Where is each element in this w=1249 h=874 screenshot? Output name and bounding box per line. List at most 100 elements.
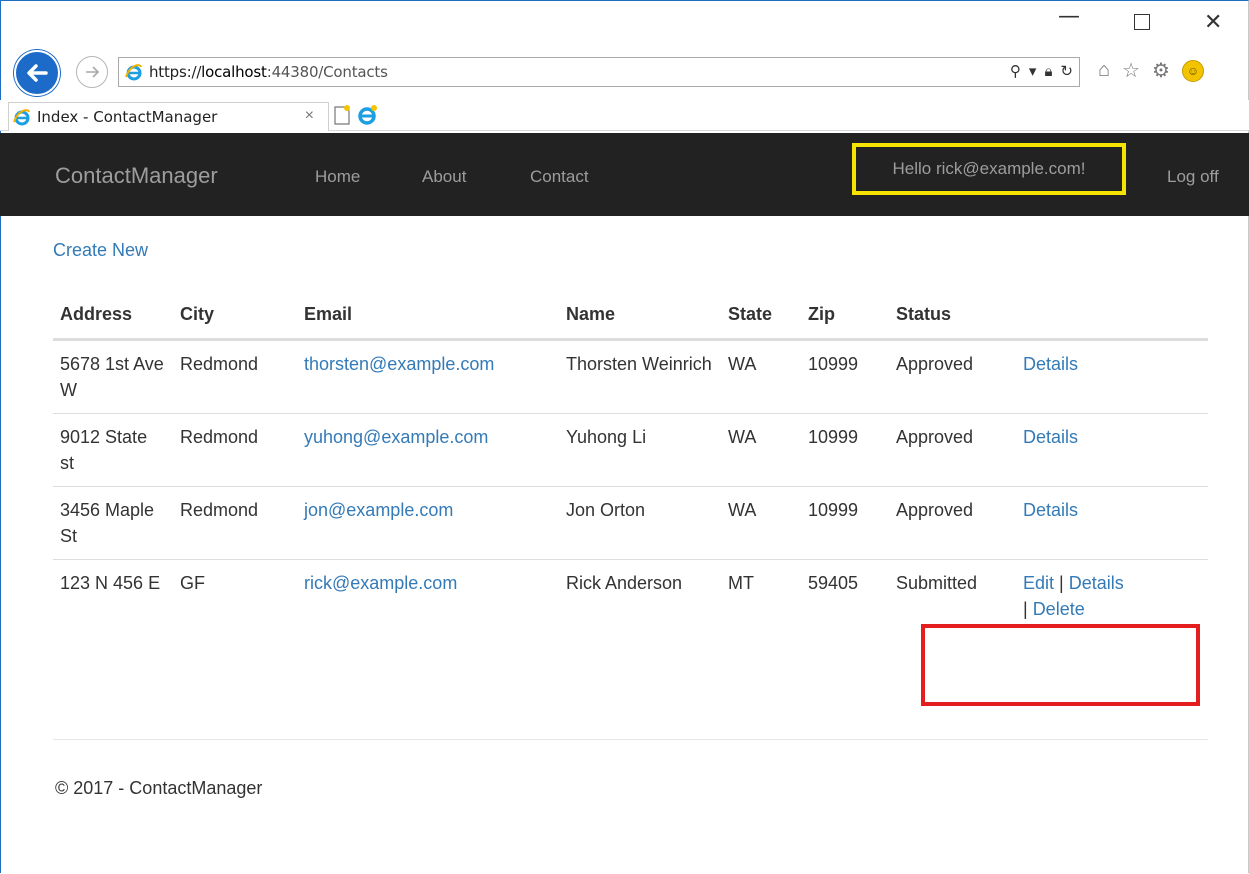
ie-logo-icon	[125, 64, 142, 81]
url-host: localhost	[201, 63, 267, 81]
contacts-table: Address City Email Name State Zip Status…	[53, 290, 1208, 632]
table-row: 123 N 456 E GF rick@example.com Rick And…	[53, 560, 1208, 633]
create-new-link[interactable]: Create New	[53, 240, 148, 261]
email-link[interactable]: rick@example.com	[304, 573, 457, 593]
forward-arrow-icon	[86, 66, 100, 78]
nav-home-link[interactable]: Home	[315, 167, 360, 187]
cell-status: Approved	[889, 339, 1016, 414]
browser-toolbar: ⌂ ☆ ⚙ ☺	[1098, 58, 1204, 83]
header-zip: Zip	[801, 290, 889, 341]
header-status: Status	[889, 290, 1016, 341]
header-address: Address	[53, 290, 173, 341]
cell-address: 123 N 456 E	[60, 573, 161, 593]
tab-bar: Index - ContactManager ×	[0, 100, 1249, 131]
cell-zip: 59405	[808, 573, 859, 593]
log-off-link[interactable]: Log off	[1167, 167, 1219, 187]
cell-actions: Details	[1016, 486, 1208, 560]
cell-zip: 10999	[801, 486, 889, 560]
cell-name: Thorsten Weinrich	[559, 339, 721, 414]
tab-title: Index - ContactManager	[37, 108, 218, 126]
cell-actions: Details	[1016, 339, 1208, 414]
new-tab-icon[interactable]	[332, 104, 352, 126]
header-city: City	[173, 290, 297, 341]
nav-contact-link[interactable]: Contact	[530, 167, 589, 187]
url-path: :44380/Contacts	[266, 63, 388, 81]
cell-city: Redmond	[173, 339, 297, 414]
email-link[interactable]: yuhong@example.com	[304, 427, 488, 447]
header-actions	[1016, 290, 1208, 341]
cell-address: 5678 1st Ave W	[53, 339, 173, 414]
action-separator: |	[1023, 599, 1033, 619]
action-separator: |	[1054, 573, 1069, 593]
details-link[interactable]: Details	[1069, 573, 1124, 593]
email-link[interactable]: thorsten@example.com	[304, 354, 494, 374]
settings-gear-icon[interactable]: ⚙	[1152, 58, 1170, 83]
cell-zip: 10999	[801, 339, 889, 414]
details-link[interactable]: Details	[1023, 427, 1078, 447]
url-scheme: https://	[149, 63, 202, 81]
new-tab-area	[332, 104, 378, 126]
home-icon[interactable]: ⌂	[1098, 59, 1110, 82]
cell-address: 9012 State st	[53, 413, 173, 487]
browser-tab[interactable]: Index - ContactManager ×	[8, 102, 329, 131]
lock-icon[interactable]: 🔒︎	[1044, 63, 1052, 80]
cell-name: Jon Orton	[559, 486, 721, 560]
cell-status: Approved	[889, 413, 1016, 487]
header-email: Email	[297, 290, 559, 341]
header-name: Name	[559, 290, 721, 341]
back-arrow-icon	[27, 64, 48, 82]
maximize-icon[interactable]	[1134, 10, 1150, 36]
cell-email: jon@example.com	[297, 486, 559, 560]
nav-about-link[interactable]: About	[422, 167, 466, 187]
cell-state: WA	[721, 339, 801, 414]
edit-link[interactable]: Edit	[1023, 573, 1054, 593]
delete-link[interactable]: Delete	[1033, 599, 1085, 619]
cell-state: MT	[728, 573, 754, 593]
cell-status: Approved	[889, 486, 1016, 560]
table-row: 9012 State st Redmond yuhong@example.com…	[53, 413, 1208, 487]
cell-city: Redmond	[173, 486, 297, 560]
cell-name: Yuhong Li	[559, 413, 721, 487]
favorites-star-icon[interactable]: ☆	[1122, 58, 1140, 83]
cell-name: Rick Anderson	[566, 573, 683, 593]
details-link[interactable]: Details	[1023, 500, 1078, 520]
cell-address: 3456 Maple St	[53, 486, 173, 560]
hello-user-link[interactable]: Hello rick@example.com!	[893, 159, 1086, 179]
table-header-row: Address City Email Name State Zip Status	[53, 290, 1208, 341]
ie-tab-icon	[13, 109, 30, 126]
footer-text: © 2017 - ContactManager	[55, 778, 263, 798]
site-navbar: ContactManager Home About Contact Hello …	[0, 133, 1249, 216]
cell-email: rick@example.com	[297, 560, 559, 633]
address-bar[interactable]: https://localhost:44380/Contacts ⚲ ▾ 🔒︎ …	[118, 57, 1080, 87]
search-icon[interactable]: ⚲	[1010, 62, 1021, 80]
actions-highlight-box	[921, 624, 1200, 706]
feedback-smiley-icon[interactable]: ☺	[1181, 59, 1204, 82]
cell-city: Redmond	[173, 413, 297, 487]
cell-city: GF	[180, 573, 205, 593]
hello-highlight-box: Hello rick@example.com!	[852, 143, 1126, 195]
cell-state: WA	[721, 413, 801, 487]
table-row: 5678 1st Ave W Redmond thorsten@example.…	[53, 339, 1208, 414]
table-row: 3456 Maple St Redmond jon@example.com Jo…	[53, 486, 1208, 560]
cell-email: yuhong@example.com	[297, 413, 559, 487]
cell-status: Submitted	[896, 573, 978, 593]
footer-divider	[53, 739, 1208, 740]
tab-close-icon[interactable]: ×	[305, 107, 314, 125]
cell-state: WA	[721, 486, 801, 560]
email-link[interactable]: jon@example.com	[304, 500, 453, 520]
refresh-icon[interactable]: ↻	[1060, 62, 1073, 80]
details-link[interactable]: Details	[1023, 354, 1078, 374]
address-bar-icons: ⚲ ▾ 🔒︎ ↻	[1010, 62, 1073, 81]
minimize-icon[interactable]: —	[1058, 4, 1080, 29]
cell-actions: Details	[1016, 413, 1208, 487]
cell-actions: Edit | Details | Delete	[1016, 560, 1208, 633]
forward-button[interactable]	[76, 56, 108, 88]
cell-zip: 10999	[801, 413, 889, 487]
ie-new-window-icon[interactable]	[356, 104, 378, 126]
cell-email: thorsten@example.com	[297, 339, 559, 414]
header-state: State	[721, 290, 801, 341]
close-window-icon[interactable]: ✕	[1204, 10, 1222, 35]
dropdown-icon[interactable]: ▾	[1029, 62, 1037, 80]
back-button[interactable]	[14, 50, 60, 96]
brand-link[interactable]: ContactManager	[55, 163, 218, 189]
